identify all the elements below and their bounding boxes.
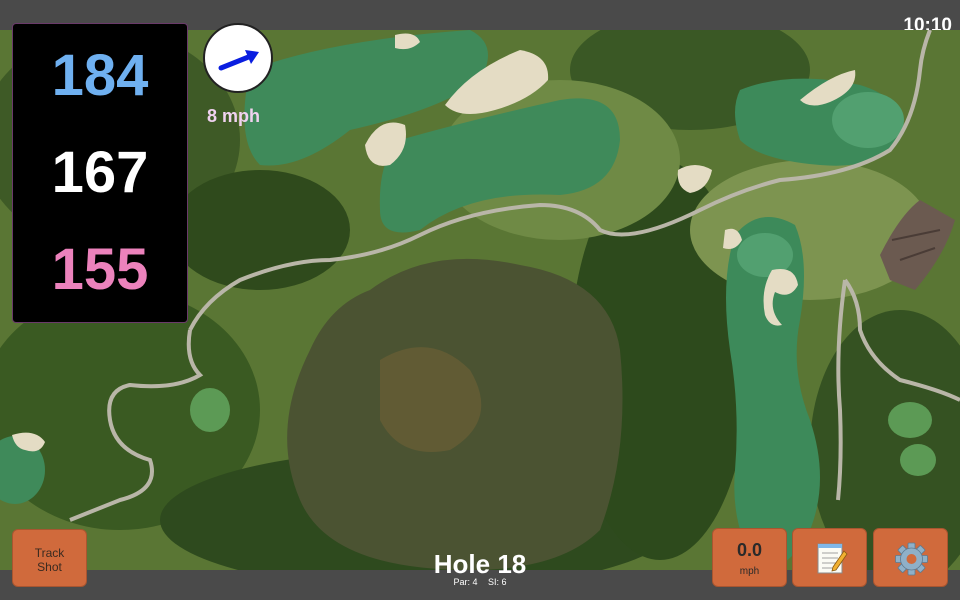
notepad-icon <box>817 543 848 574</box>
hole-par: Par: 4 <box>453 577 478 587</box>
track-shot-button[interactable]: Track Shot <box>12 529 87 587</box>
settings-button[interactable] <box>873 528 948 587</box>
wind-speed-button[interactable]: 0.0 mph <box>712 528 787 587</box>
notes-button[interactable] <box>792 528 867 587</box>
middle-yardage: 167 <box>51 140 149 205</box>
track-shot-label-line2: Shot <box>37 560 62 574</box>
back-yardage: 184 <box>51 43 149 108</box>
front-yardage: 155 <box>51 237 149 302</box>
hole-title: Hole 18 <box>433 549 527 579</box>
track-shot-label-line1: Track <box>34 546 65 560</box>
wind-direction-dial <box>203 23 273 93</box>
wind-speed-value: 0.0 <box>736 540 763 560</box>
hole-stroke-index: SI: 6 <box>488 577 507 587</box>
wind-arrow-icon <box>218 50 259 71</box>
hole-info: Par: 4 SI: 6 <box>380 577 580 587</box>
gear-icon <box>895 542 928 576</box>
wind-speed-label: 8 mph <box>207 106 261 126</box>
yardage-panel: 184 167 155 <box>12 23 188 323</box>
wind-speed-unit: mph <box>739 566 760 577</box>
